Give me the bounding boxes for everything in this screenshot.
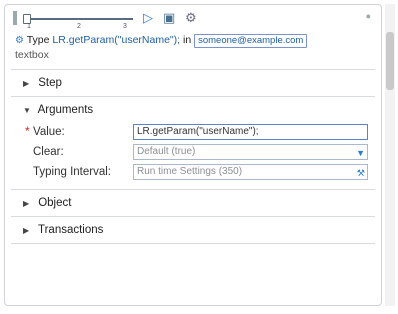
section-empty (11, 243, 375, 244)
clear-select-value: Default (true) (137, 146, 196, 157)
typing-interval-value: Run time Settings (350) (137, 166, 243, 177)
section-transactions-header[interactable]: ▶ Transactions (11, 217, 375, 243)
expand-arrow-icon: ▶ (23, 199, 30, 208)
section-arguments-header[interactable]: ▼ Arguments (11, 97, 375, 123)
expand-arrow-icon: ▶ (23, 79, 30, 88)
gear-icon: ⚙ (15, 35, 24, 46)
grip-icon[interactable] (13, 11, 17, 25)
summary-trailing: textbox (15, 49, 49, 61)
required-asterisk: * (25, 124, 30, 138)
pin-icon[interactable]: ● (366, 11, 371, 21)
section-step-title: Step (38, 77, 62, 89)
chevron-down-icon[interactable]: ▼ (356, 146, 365, 160)
tool-icon[interactable]: ⚙ (185, 11, 197, 25)
value-input[interactable]: LR.getParam("userName"); (133, 124, 368, 140)
section-transactions: ▶ Transactions (11, 216, 375, 243)
argument-row: Typing Interval: Run time Settings (350)… (23, 163, 375, 183)
argument-row: * Value: LR.getParam("userName"); (23, 123, 375, 143)
summary-code[interactable]: LR.getParam("userName"); (52, 34, 180, 46)
wrench-icon[interactable]: ⚒ (357, 166, 365, 180)
section-step: ▶ Step (11, 69, 375, 96)
clear-select[interactable]: Default (true) ▼ (133, 144, 368, 160)
slider-rail (25, 18, 133, 20)
expand-arrow-icon: ▶ (23, 226, 30, 235)
play-icon[interactable]: ▷ (143, 11, 153, 25)
summary-type-label: Type (26, 34, 50, 46)
typing-interval-label: Typing Interval: (33, 166, 111, 178)
value-label: Value: (33, 126, 65, 138)
slider-tick-3: 3 (123, 23, 127, 30)
section-transactions-title: Transactions (38, 224, 104, 236)
slider-tick-2: 2 (77, 23, 81, 30)
summary-email-link[interactable]: someone@example.com (194, 34, 308, 48)
section-arguments: ▼ Arguments * Value: LR.getParam("userNa… (11, 96, 375, 189)
argument-row: Clear: Default (true) ▼ (23, 143, 375, 163)
clear-label: Clear: (33, 146, 64, 158)
section-object: ▶ Object (11, 189, 375, 216)
section-object-header[interactable]: ▶ Object (11, 190, 375, 216)
step-summary: ⚙ Type LR.getParam("userName"); in someo… (11, 31, 375, 69)
section-step-header[interactable]: ▶ Step (11, 70, 375, 96)
scrollbar-thumb[interactable] (386, 32, 394, 90)
record-icon[interactable]: ▣ (163, 11, 175, 25)
arguments-list: * Value: LR.getParam("userName"); Clear:… (11, 123, 375, 189)
section-arguments-title: Arguments (37, 104, 94, 116)
collapse-arrow-icon: ▼ (23, 106, 31, 115)
section-object-title: Object (38, 197, 72, 209)
summary-in-label: in (182, 34, 192, 46)
slider-tick-1: 1 (27, 23, 31, 30)
level-slider[interactable]: 1 2 3 (23, 9, 133, 30)
step-panel: 1 2 3 ▷ ▣ ⚙ ● ⚙ Type LR.getParam("userNa… (4, 4, 382, 306)
typing-interval-input[interactable]: Run time Settings (350) ⚒ (133, 164, 368, 180)
toolbar: 1 2 3 ▷ ▣ ⚙ ● (5, 5, 381, 31)
